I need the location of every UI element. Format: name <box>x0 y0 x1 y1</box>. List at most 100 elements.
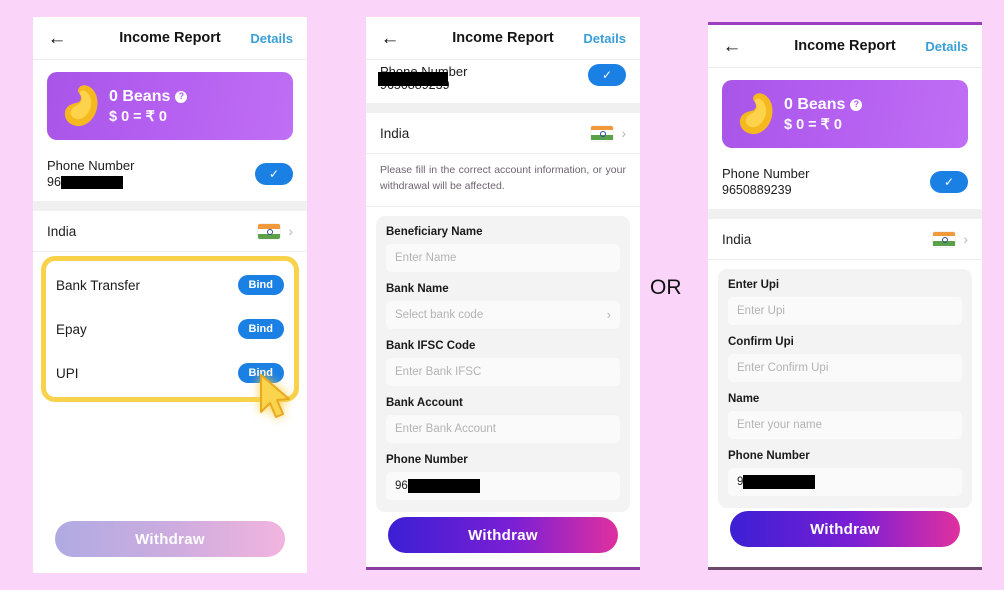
field-label: Enter Upi <box>728 279 780 291</box>
field-label: Phone Number <box>386 453 468 466</box>
withdraw-button[interactable]: Withdraw <box>730 511 960 547</box>
withdraw-button[interactable]: Withdraw <box>55 521 285 557</box>
beans-conversion-label: $ 0 = ₹ 0 <box>784 116 842 133</box>
details-link[interactable]: Details <box>583 31 626 46</box>
phone-number-value: 9650889239 <box>722 183 792 197</box>
appbar: ← Income Report Details <box>708 25 982 68</box>
beans-conversion-label: $ 0 = ₹ 0 <box>109 108 167 125</box>
bank-name-select[interactable]: Select bank code › <box>386 300 620 329</box>
field-beneficiary-name: Beneficiary Name Enter Name <box>386 226 620 272</box>
country-selector-row[interactable]: India › <box>708 219 982 260</box>
bind-row-bank-transfer[interactable]: Bank Transfer Bind <box>46 263 294 307</box>
bind-button[interactable]: Bind <box>237 275 284 296</box>
bank-name-placeholder: Select bank code <box>395 308 484 321</box>
field-enter-upi: Enter Upi Enter Upi <box>728 279 962 325</box>
withdraw-button-container: Withdraw <box>366 517 640 553</box>
bank-account-input[interactable]: Enter Bank Account <box>386 414 620 443</box>
beans-balance-card: 0 Beans ? $ 0 = ₹ 0 <box>722 80 968 148</box>
chevron-right-icon: › <box>621 125 626 141</box>
panel-bank-transfer-form: ← Income Report Details Phone Number 965… <box>366 17 640 570</box>
redaction-bar <box>743 475 816 489</box>
beans-text-block: 0 Beans ? $ 0 = ₹ 0 <box>784 95 863 133</box>
field-bank-account: Bank Account Enter Bank Account <box>386 397 620 443</box>
enter-upi-input[interactable]: Enter Upi <box>728 297 962 325</box>
bind-row-epay[interactable]: Epay Bind <box>46 307 294 351</box>
phone-number-input[interactable]: 96 <box>386 471 620 500</box>
beans-amount-row: 0 Beans ? <box>784 95 863 114</box>
bind-options-highlight-box: Bank Transfer Bind Epay Bind UPI Bind <box>41 256 299 403</box>
form-notice-text: Please fill in the correct account infor… <box>366 154 640 207</box>
phone-verified-check-icon[interactable]: ✓ <box>930 170 968 193</box>
phone-number-text-block: Phone Number 96 <box>47 158 135 190</box>
field-label: Confirm Upi <box>728 336 794 348</box>
phone-number-text-block: Phone Number 9650889239 <box>722 166 809 197</box>
beans-card-container: 0 Beans ? $ 0 = ₹ 0 <box>708 68 982 156</box>
phone-verified-check-icon[interactable]: ✓ <box>255 162 293 185</box>
country-selector-row[interactable]: India › <box>33 211 307 253</box>
beans-amount-row: 0 Beans ? <box>109 87 188 106</box>
phone-number-label: Phone Number <box>722 166 810 181</box>
bean-icon <box>64 85 98 127</box>
beans-amount-label: 0 Beans <box>784 95 846 113</box>
phone-verified-check-icon[interactable]: ✓ <box>588 64 626 86</box>
bind-option-label: Epay <box>56 321 87 337</box>
phone-number-prefix: 96 <box>47 175 61 189</box>
section-divider <box>708 209 982 219</box>
india-flag-icon <box>258 223 281 239</box>
redaction-bar <box>60 176 123 190</box>
bind-row-upi[interactable]: UPI Bind <box>46 351 294 395</box>
or-divider-label: OR <box>650 276 682 299</box>
chevron-right-icon: › <box>963 231 968 247</box>
details-link[interactable]: Details <box>250 31 293 46</box>
phone-number-row: Phone Number 9650889239 ✓ <box>708 156 982 209</box>
field-label: Bank IFSC Code <box>386 339 476 352</box>
bind-button[interactable]: Bind <box>237 363 284 384</box>
section-divider <box>366 103 640 113</box>
phone-number-value: 9650889239 <box>378 72 467 92</box>
field-label: Name <box>728 393 760 405</box>
question-mark-icon[interactable]: ? <box>175 90 188 103</box>
field-bank-name: Bank Name Select bank code › <box>386 283 620 329</box>
beans-text-block: 0 Beans ? $ 0 = ₹ 0 <box>109 87 188 125</box>
india-flag-icon <box>933 231 956 247</box>
india-flag-icon <box>591 125 614 141</box>
bank-form-card: Beneficiary Name Enter Name Bank Name Se… <box>376 215 630 512</box>
beans-amount-label: 0 Beans <box>109 87 171 105</box>
bind-option-label: Bank Transfer <box>56 277 141 293</box>
phone-number-text-block: Phone Number 9650889239 <box>378 64 467 95</box>
phone-number-prefix: 96 <box>395 479 408 492</box>
withdraw-button-container: Withdraw <box>33 521 307 557</box>
back-arrow-icon[interactable]: ← <box>380 28 400 48</box>
question-mark-icon[interactable]: ? <box>850 98 863 111</box>
redaction-bar <box>378 72 448 86</box>
chevron-right-icon: › <box>288 223 293 240</box>
details-link[interactable]: Details <box>925 39 968 54</box>
bank-ifsc-input[interactable]: Enter Bank IFSC <box>386 357 620 386</box>
beneficiary-name-input[interactable]: Enter Name <box>386 243 620 272</box>
field-phone-number: Phone Number 96 <box>386 454 620 500</box>
beans-balance-card: 0 Beans ? $ 0 = ₹ 0 <box>47 72 293 140</box>
panel-upi-form: ← Income Report Details 0 Beans ? $ 0 = … <box>708 22 982 570</box>
phone-number-label: Phone Number <box>47 158 135 173</box>
withdraw-button[interactable]: Withdraw <box>388 517 618 553</box>
beans-card-container: 0 Beans ? $ 0 = ₹ 0 <box>33 60 307 148</box>
appbar: ← Income Report Details <box>366 17 640 60</box>
phone-number-row-scrolled: Phone Number 9650889239 ✓ <box>366 60 640 103</box>
country-name-label: India <box>47 223 77 239</box>
redaction-bar <box>407 478 480 493</box>
phone-number-input[interactable]: 9 <box>728 468 962 496</box>
field-phone-number: Phone Number 9 <box>728 450 962 496</box>
back-arrow-icon[interactable]: ← <box>722 36 742 56</box>
phone-number-row: Phone Number 96 ✓ <box>33 148 307 202</box>
name-input[interactable]: Enter your name <box>728 411 962 439</box>
confirm-upi-input[interactable]: Enter Confirm Upi <box>728 354 962 382</box>
country-selector-row[interactable]: India › <box>366 113 640 154</box>
bind-button[interactable]: Bind <box>237 319 284 340</box>
panel-bind-method-list: ← Income Report Details 0 Beans ? $ 0 = … <box>33 17 307 573</box>
upi-form-card: Enter Upi Enter Upi Confirm Upi Enter Co… <box>718 269 972 508</box>
field-confirm-upi: Confirm Upi Enter Confirm Upi <box>728 336 962 382</box>
back-arrow-icon[interactable]: ← <box>47 28 67 48</box>
bind-option-label: UPI <box>56 365 79 381</box>
phone-number-value: 96 <box>47 175 134 190</box>
field-label: Bank Account <box>386 396 463 409</box>
